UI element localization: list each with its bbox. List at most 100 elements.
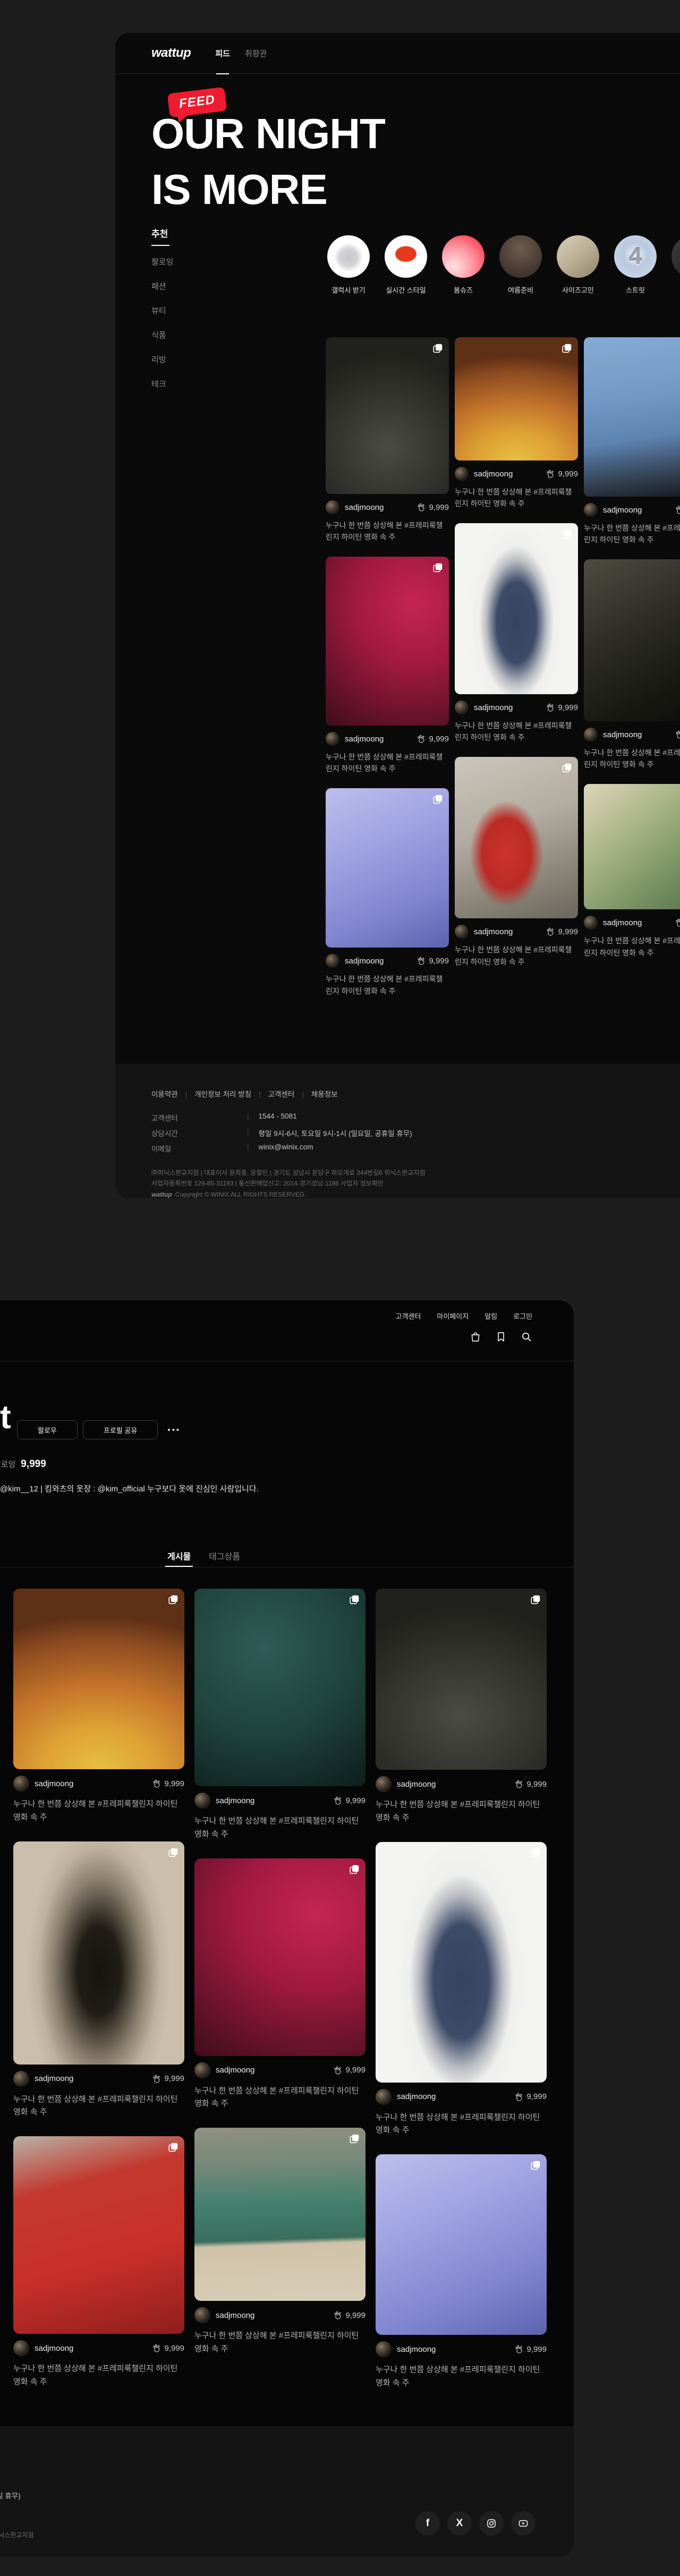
post-image[interactable] xyxy=(455,523,578,694)
post-image[interactable] xyxy=(326,557,449,726)
likes-button[interactable]: 9,999 xyxy=(416,734,449,744)
post-image[interactable] xyxy=(194,1858,366,2056)
post-username[interactable]: sadjmoong xyxy=(35,2344,73,2353)
post-image[interactable] xyxy=(455,757,578,918)
likes-button[interactable]: 9,999 xyxy=(151,1779,184,1788)
post-image[interactable] xyxy=(13,2136,184,2334)
post-image[interactable] xyxy=(584,337,680,497)
story-street[interactable]: 4 스트릿 xyxy=(614,235,657,295)
avatar[interactable] xyxy=(584,916,598,929)
sidebar-item-food[interactable]: 식품 xyxy=(151,330,173,342)
sidebar-item-beauty[interactable]: 뷰티 xyxy=(151,305,173,317)
avatar[interactable] xyxy=(584,728,598,741)
post-username[interactable]: sadjmoong xyxy=(474,927,513,936)
likes-button[interactable]: 9,999 xyxy=(416,502,449,512)
post-image[interactable] xyxy=(326,788,449,948)
tab-tagged-products[interactable]: 태그상품 xyxy=(209,1549,240,1567)
footer-link-careers[interactable]: 채용정보 xyxy=(294,1088,337,1099)
youtube-icon[interactable] xyxy=(511,2511,536,2536)
avatar[interactable] xyxy=(455,701,469,714)
likes-button[interactable]: 9,999 xyxy=(416,956,449,966)
share-profile-button[interactable]: 프로필 공유 xyxy=(83,1420,158,1439)
story-summer-prep[interactable]: 여름준비 xyxy=(499,235,542,295)
post-image[interactable] xyxy=(13,1589,184,1769)
avatar[interactable] xyxy=(455,467,469,481)
likes-button[interactable]: 9,999 xyxy=(545,927,578,936)
likes-button[interactable]: 9,999 xyxy=(151,2074,184,2084)
post-image[interactable] xyxy=(376,2154,547,2335)
post-username[interactable]: sadjmoong xyxy=(345,503,384,512)
story-galaxy[interactable]: 갤럭시 받기 xyxy=(327,235,370,295)
likes-button[interactable]: 9,999 xyxy=(545,703,578,712)
footer-link-support[interactable]: 고객센터 xyxy=(251,1088,294,1099)
bookmark-icon[interactable] xyxy=(495,1331,507,1343)
post-username[interactable]: sadjmoong xyxy=(397,2345,436,2354)
sidebar-item-recommend[interactable]: 추천 xyxy=(151,228,173,246)
avatar[interactable] xyxy=(376,1776,392,1792)
post-username[interactable]: sadjmoong xyxy=(397,1780,436,1789)
story-realtime-style[interactable]: 실시간 스타일 xyxy=(385,235,427,295)
avatar[interactable] xyxy=(376,2089,392,2105)
post-username[interactable]: sadjmoong xyxy=(603,506,642,515)
nav-login[interactable]: 로그인 xyxy=(513,1311,532,1321)
tab-posts[interactable]: 게시물 xyxy=(167,1549,191,1567)
post-username[interactable]: sadjmoong xyxy=(474,470,513,479)
footer-link-privacy[interactable]: 개인정보 처리 방침 xyxy=(178,1088,251,1099)
avatar[interactable] xyxy=(194,2307,210,2323)
post-username[interactable]: sadjmoong xyxy=(474,703,513,712)
sidebar-item-living[interactable]: 리빙 xyxy=(151,354,173,366)
nav-mypage[interactable]: 마이페이지 xyxy=(437,1311,469,1321)
likes-button[interactable]: 9,999 xyxy=(514,2344,547,2354)
post-image[interactable] xyxy=(194,1589,366,1786)
story-partial[interactable] xyxy=(672,235,680,295)
post-image[interactable] xyxy=(455,337,578,460)
likes-button[interactable]: 9,999 xyxy=(514,1779,547,1789)
post-username[interactable]: sadjmoong xyxy=(35,2074,73,2083)
avatar[interactable] xyxy=(455,925,469,939)
brand-logo[interactable]: wattup xyxy=(151,46,191,61)
post-username[interactable]: sadjmoong xyxy=(397,2092,436,2101)
post-username[interactable]: sadjmoong xyxy=(216,1796,254,1805)
post-image[interactable] xyxy=(376,1589,547,1770)
post-username[interactable]: sadjmoong xyxy=(603,730,642,739)
footer-row-value[interactable]: winix@winix.com xyxy=(259,1143,313,1154)
likes-button[interactable]: 9,999 xyxy=(333,2066,366,2075)
footer-link-terms[interactable]: 이용약관 xyxy=(151,1088,178,1099)
bag-icon[interactable] xyxy=(470,1331,481,1343)
post-image[interactable] xyxy=(194,2128,366,2301)
avatar[interactable] xyxy=(194,2062,210,2078)
sidebar-item-following[interactable]: 팔로잉 xyxy=(151,257,173,268)
post-image[interactable] xyxy=(584,784,680,909)
x-twitter-icon[interactable]: X xyxy=(447,2511,472,2536)
nav-support[interactable]: 고객센터 xyxy=(396,1311,421,1321)
post-username[interactable]: sadjmoong xyxy=(345,735,384,744)
instagram-icon[interactable] xyxy=(479,2511,504,2536)
story-size-worry[interactable]: 사이즈고민 xyxy=(557,235,599,295)
avatar[interactable] xyxy=(13,2071,29,2087)
post-image[interactable] xyxy=(13,1841,184,2065)
avatar[interactable] xyxy=(194,1793,210,1809)
avatar[interactable] xyxy=(326,954,339,968)
search-icon[interactable] xyxy=(521,1331,532,1343)
likes-button[interactable]: 9,999 xyxy=(333,2310,366,2320)
post-username[interactable]: sadjmoong xyxy=(216,2066,254,2075)
post-image[interactable] xyxy=(376,1842,547,2083)
post-username[interactable]: sadjmoong xyxy=(603,918,642,927)
likes-button[interactable]: 9,999 xyxy=(514,2092,547,2102)
story-spring-shoes[interactable]: 봄슈즈 xyxy=(442,235,484,295)
tab-feed[interactable]: 피드 xyxy=(215,33,230,74)
post-username[interactable]: sadjmoong xyxy=(216,2311,254,2320)
likes-button[interactable]: 9,999 xyxy=(545,469,578,479)
likes-button[interactable]: 9,999 xyxy=(674,918,680,927)
avatar[interactable] xyxy=(326,500,339,514)
avatar[interactable] xyxy=(376,2341,392,2357)
avatar[interactable] xyxy=(584,503,598,517)
post-image[interactable] xyxy=(584,559,680,721)
post-username[interactable]: sadjmoong xyxy=(35,1779,73,1788)
sidebar-item-fashion[interactable]: 패션 xyxy=(151,281,173,293)
likes-button[interactable]: 9,999 xyxy=(151,2343,184,2353)
likes-button[interactable]: 9,999 xyxy=(333,1796,366,1805)
post-image[interactable] xyxy=(326,337,449,494)
likes-button[interactable]: 9,999 xyxy=(674,730,680,739)
nav-alerts[interactable]: 알림 xyxy=(484,1311,497,1321)
